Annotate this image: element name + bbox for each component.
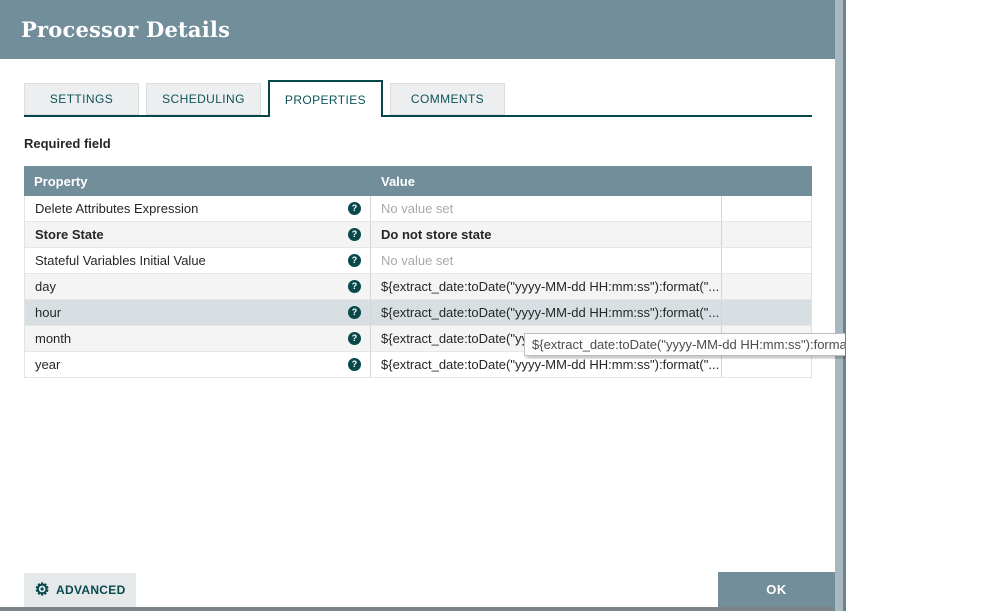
column-header-property: Property: [24, 174, 371, 189]
help-icon[interactable]: ?: [348, 280, 361, 293]
help-icon[interactable]: ?: [348, 332, 361, 345]
processor-details-dialog: Processor Details SETTINGSSCHEDULINGPROP…: [0, 0, 835, 607]
property-name: Stateful Variables Initial Value: [35, 253, 206, 268]
property-name: day: [35, 279, 56, 294]
property-name: month: [35, 331, 71, 346]
property-value-cell: No value set: [371, 196, 722, 221]
property-name: hour: [35, 305, 61, 320]
property-name-cell: day?: [25, 274, 371, 299]
property-name-cell: Stateful Variables Initial Value?: [25, 248, 371, 273]
property-value-cell: Do not store state: [371, 222, 722, 247]
help-icon[interactable]: ?: [348, 202, 361, 215]
column-header-value: Value: [371, 174, 722, 189]
property-name: year: [35, 357, 60, 372]
tab-comments[interactable]: COMMENTS: [390, 83, 505, 115]
table-header-row: Property Value: [24, 166, 812, 196]
empty-cell: [722, 222, 811, 247]
property-name-cell: year?: [25, 352, 371, 377]
background-canvas-strip: [835, 0, 846, 611]
gear-icon: ⚙: [34, 581, 50, 598]
empty-cell: [722, 196, 811, 221]
tab-properties[interactable]: PROPERTIES: [268, 80, 383, 117]
empty-cell: [722, 300, 811, 325]
help-icon[interactable]: ?: [348, 228, 361, 241]
dialog-title: Processor Details: [21, 17, 230, 42]
empty-cell: [722, 274, 811, 299]
advanced-button-label: ADVANCED: [56, 583, 126, 597]
dialog-header: Processor Details: [0, 0, 835, 59]
property-value-cell: ${extract_date:toDate("yyyy-MM-dd HH:mm:…: [371, 300, 722, 325]
property-row-delete-attributes-expression: Delete Attributes Expression?No value se…: [25, 196, 811, 222]
tab-settings[interactable]: SETTINGS: [24, 83, 139, 115]
property-name: Store State: [35, 227, 104, 242]
required-field-label: Required field: [24, 136, 111, 151]
empty-cell: [722, 248, 811, 273]
tab-bar: SETTINGSSCHEDULINGPROPERTIESCOMMENTS: [24, 82, 812, 117]
property-row-stateful-variables-initial-value: Stateful Variables Initial Value?No valu…: [25, 248, 811, 274]
value-tooltip: ${extract_date:toDate("yyyy-MM-dd HH:mm:…: [524, 333, 845, 359]
help-icon[interactable]: ?: [348, 306, 361, 319]
help-icon[interactable]: ?: [348, 358, 361, 371]
screen: Processor Details SETTINGSSCHEDULINGPROP…: [0, 0, 999, 611]
property-value-cell: ${extract_date:toDate("yyyy-MM-dd HH:mm:…: [371, 274, 722, 299]
property-row-day: day?${extract_date:toDate("yyyy-MM-dd HH…: [25, 274, 811, 300]
property-row-store-state: Store State?Do not store state: [25, 222, 811, 248]
property-name: Delete Attributes Expression: [35, 201, 198, 216]
value-tooltip-text: ${extract_date:toDate("yyyy-MM-dd HH:mm:…: [524, 333, 845, 356]
property-name-cell: month?: [25, 326, 371, 351]
help-icon[interactable]: ?: [348, 254, 361, 267]
tab-scheduling[interactable]: SCHEDULING: [146, 83, 261, 115]
background-bottom-strip: [0, 607, 846, 611]
property-name-cell: hour?: [25, 300, 371, 325]
property-value-cell: No value set: [371, 248, 722, 273]
advanced-button[interactable]: ⚙ ADVANCED: [24, 573, 136, 607]
property-row-hour: hour?${extract_date:toDate("yyyy-MM-dd H…: [25, 300, 811, 326]
ok-button[interactable]: OK: [718, 572, 835, 607]
property-name-cell: Store State?: [25, 222, 371, 247]
property-name-cell: Delete Attributes Expression?: [25, 196, 371, 221]
